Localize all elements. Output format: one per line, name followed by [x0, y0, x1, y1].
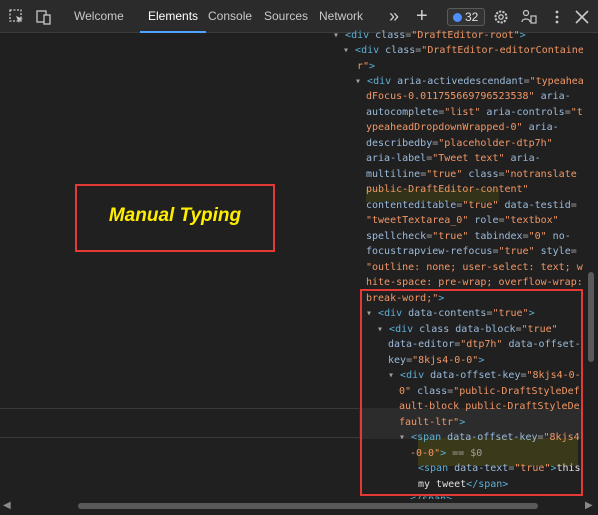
dom-token: aria- [534, 91, 571, 102]
dom-token: = [570, 200, 577, 211]
dom-token: "placeholder-dtp7h" [438, 138, 553, 149]
dom-line[interactable]: aria-label="Tweet text" aria- [366, 151, 541, 167]
dom-line[interactable]: ▾ <div class="DraftEditor-editorContaine [343, 43, 583, 59]
dom-token: > [369, 61, 376, 72]
dom-token: aria- [522, 122, 559, 133]
horizontal-scrollbar[interactable]: ◀ ▶ [0, 499, 598, 515]
expand-arrow-icon[interactable]: ▾ [343, 45, 355, 56]
annotation-label: Manual Typing [108, 205, 242, 226]
dom-token: "tweetTextarea_0" [366, 215, 469, 226]
dom-token: "0" [528, 231, 547, 242]
dom-token: contenteditable [366, 200, 457, 211]
dom-token: aria-activedescendant [397, 76, 524, 87]
dom-token: class [462, 169, 499, 180]
dom-token: hite-space: pre-wrap; overflow-wrap: [366, 277, 583, 288]
dom-token: no- [546, 231, 571, 242]
dom-token: class [385, 45, 416, 56]
dom-line[interactable]: "outline: none; user-select: text; w [366, 260, 583, 276]
scroll-thumb[interactable] [588, 272, 594, 362]
more-icon[interactable] [548, 8, 566, 26]
dom-token: "notranslate [504, 169, 577, 180]
issues-counter[interactable]: 32 [447, 8, 485, 26]
gear-icon[interactable] [492, 8, 510, 26]
device-toolbar-icon[interactable] [35, 8, 53, 26]
dom-token: autocomplete [366, 107, 439, 118]
issues-count: 32 [465, 10, 479, 24]
dom-token: describedby [366, 138, 433, 149]
dom-token: tabindex [468, 231, 523, 242]
scroll-right-icon[interactable]: ▶ [585, 500, 593, 511]
tab-welcome[interactable]: Welcome [74, 0, 124, 33]
annotation-box: Manual Typing [75, 184, 275, 252]
dom-token: "true" [462, 200, 499, 211]
dom-token: "Tweet text" [432, 153, 505, 164]
dom-line[interactable]: ▾ <div class="DraftEditor-root"> [333, 28, 526, 44]
dom-line[interactable]: contenteditable="true" data-testid= [366, 198, 577, 214]
dom-token: data-testid [498, 200, 571, 211]
dom-token: "true" [498, 246, 535, 257]
tab-elements[interactable]: Elements [140, 0, 207, 33]
dom-line[interactable]: ypeaheadDropdownWrapped-0" aria- [366, 120, 559, 136]
dom-token: spellcheck [366, 231, 427, 242]
close-icon[interactable] [573, 8, 591, 26]
issues-icon [453, 13, 462, 22]
dom-line[interactable]: ▾ <div aria-activedescendant="typeahea [355, 74, 583, 90]
tab-console[interactable]: Console [208, 0, 252, 33]
dom-line[interactable]: autocomplete="list" aria-controls="t [366, 105, 583, 121]
dom-token: > [519, 30, 526, 41]
dom-token: aria-label [366, 153, 427, 164]
dom-token: "list" [444, 107, 481, 118]
dom-line[interactable]: spellcheck="true" tabindex="0" no- [366, 229, 571, 245]
vertical-scrollbar[interactable] [583, 34, 598, 499]
dom-token: aria- [504, 153, 541, 164]
dom-line[interactable]: describedby="placeholder-dtp7h" [366, 136, 553, 152]
expand-arrow-icon[interactable]: ▾ [333, 30, 345, 41]
scroll-left-icon[interactable]: ◀ [3, 500, 11, 511]
connect-icon[interactable] [520, 8, 538, 26]
dom-token: dFocus-0.011755669796523538" [366, 91, 535, 102]
dom-token: role [468, 215, 499, 226]
dom-line[interactable]: multiline="true" class="notranslate [366, 167, 577, 183]
dom-token: style [534, 246, 571, 257]
annotation-box-dom [360, 289, 583, 496]
dom-line[interactable]: focustrapview-refocus="true" style= [366, 244, 577, 260]
dom-token: ypeaheadDropdownWrapped-0" [366, 122, 523, 133]
dom-token: focustrapview-refocus [366, 246, 493, 257]
dom-token: multiline [366, 169, 421, 180]
dom-token: class [375, 30, 406, 41]
dom-token: <div [367, 76, 398, 87]
dom-token: "true" [432, 231, 469, 242]
dom-token: <div [345, 30, 376, 41]
inspect-icon[interactable] [8, 8, 26, 26]
dom-line[interactable]: r"> [357, 59, 375, 75]
dom-token: "DraftEditor-editorContaine [421, 45, 583, 56]
dom-token: public-DraftEditor-content" [366, 184, 529, 195]
dom-token: "true" [426, 169, 463, 180]
dom-token: "outline: none; user-select: text; w [366, 262, 583, 273]
dom-line[interactable]: dFocus-0.011755669796523538" aria- [366, 89, 571, 105]
dom-line[interactable]: "tweetTextarea_0" role="textbox" [366, 213, 559, 229]
dom-token: r" [357, 61, 370, 72]
dom-token: "typeahea [529, 76, 583, 87]
tab-sources[interactable]: Sources [264, 0, 308, 33]
dom-token: = [570, 246, 577, 257]
dom-token: "DraftEditor-root" [411, 30, 520, 41]
page-viewport [0, 34, 359, 499]
scroll-thumb[interactable] [78, 503, 538, 509]
dom-token: <div [355, 45, 386, 56]
dom-line[interactable]: public-DraftEditor-content" [366, 182, 529, 198]
expand-arrow-icon[interactable]: ▾ [355, 76, 367, 87]
dom-token: "t [570, 107, 583, 118]
dom-token: aria-controls [480, 107, 565, 118]
dom-token: "textbox" [504, 215, 559, 226]
